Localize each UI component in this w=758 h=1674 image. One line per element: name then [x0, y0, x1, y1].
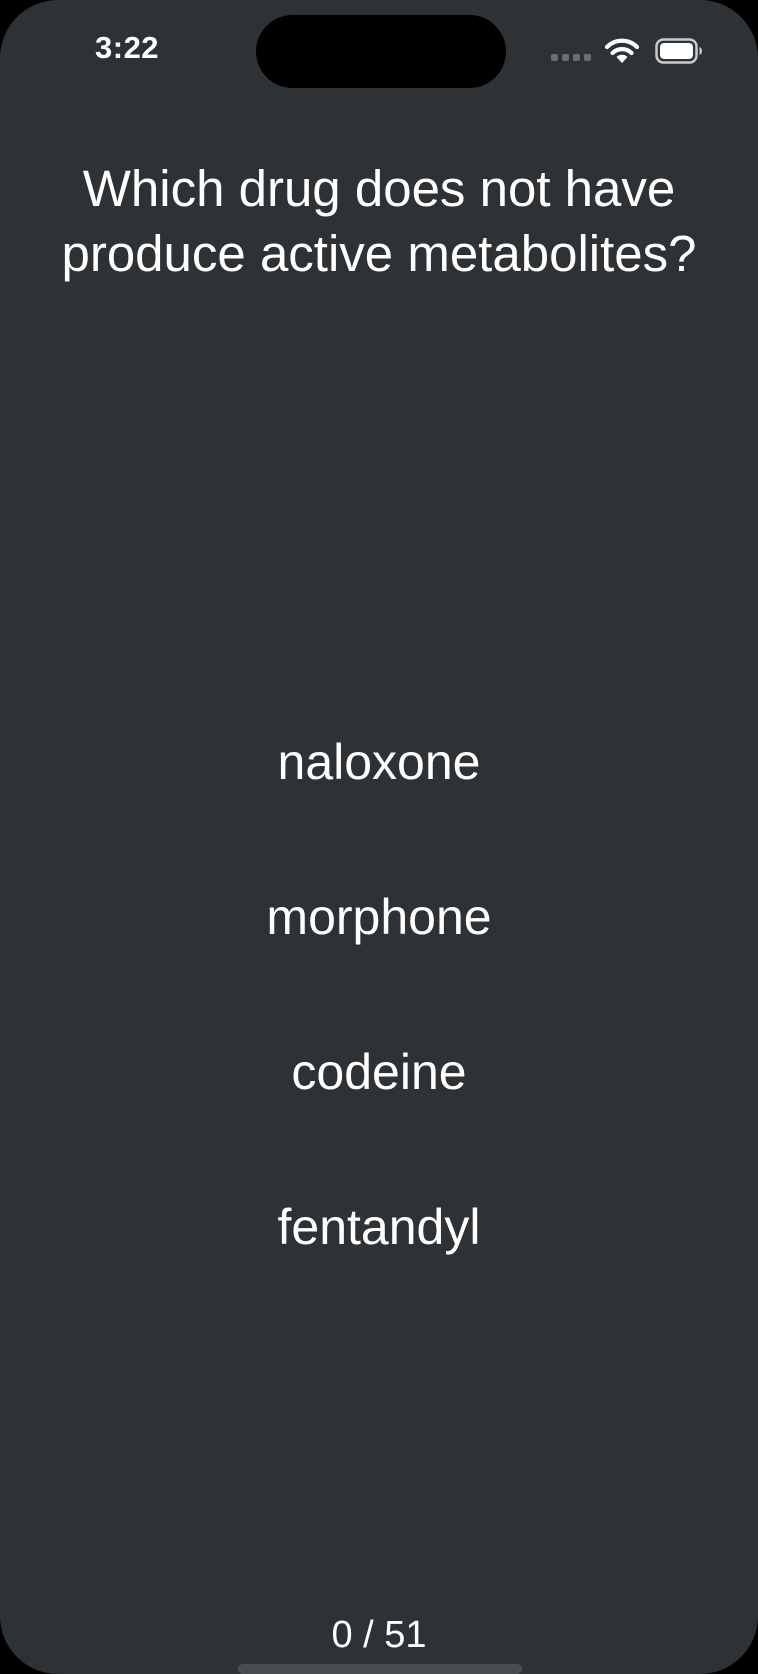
progress-counter: 0 / 51: [331, 1614, 427, 1656]
home-indicator[interactable]: [238, 1664, 522, 1674]
answer-option-3[interactable]: codeine: [0, 1032, 758, 1112]
quiz-screen: 3:22 Which drug does not have produce ac…: [0, 0, 758, 1674]
answer-option-4[interactable]: fentandyl: [0, 1187, 758, 1267]
question-text: Which drug does not have produce active …: [61, 160, 697, 282]
battery-icon: [655, 38, 702, 64]
dynamic-island: [256, 15, 506, 88]
cellular-signal-icon: [551, 54, 593, 62]
status-time: 3:22: [95, 30, 160, 65]
wifi-icon: [604, 38, 640, 63]
answer-option-2[interactable]: morphone: [0, 877, 758, 957]
answer-option-1[interactable]: naloxone: [0, 722, 758, 802]
